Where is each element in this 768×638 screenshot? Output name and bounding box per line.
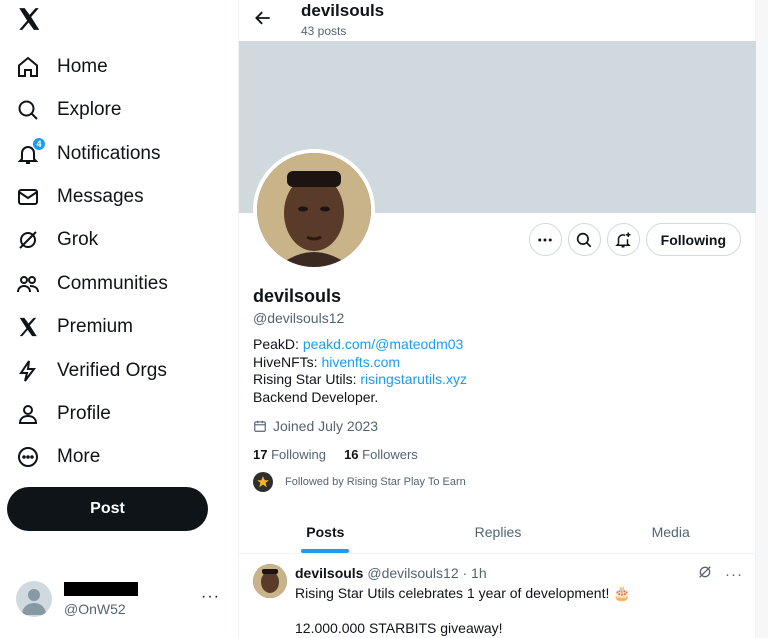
tweet-header: devilsouls @devilsouls12 · 1h xyxy=(295,565,487,581)
tweet-meta: @devilsouls12 · 1h xyxy=(363,565,487,581)
profile-name: devilsouls xyxy=(253,286,342,306)
profile-handle: @devilsouls12 xyxy=(253,310,345,326)
bio-prefix: PeakD: xyxy=(253,336,303,352)
post-count: 43 posts xyxy=(301,24,347,38)
account-switcher[interactable]: @OnW52 ··· xyxy=(8,576,234,622)
followed-by-text: Followed by Rising Star Play To Earn xyxy=(285,476,466,488)
joined-date: Joined July 2023 xyxy=(253,418,378,434)
grok-icon[interactable] xyxy=(697,564,713,585)
sidebar-item-notifications[interactable]: 4 Notifications xyxy=(14,134,161,174)
followers-label: Followers xyxy=(362,447,418,462)
notify-bell-button[interactable] xyxy=(606,223,640,256)
x-logo-icon[interactable] xyxy=(16,6,44,34)
profile-column: devilsouls 43 posts Following devilsouls… xyxy=(238,0,757,638)
scrollbar[interactable] xyxy=(756,0,768,638)
tweet-author[interactable]: devilsouls xyxy=(295,565,363,581)
sidebar-item-label: Communities xyxy=(57,273,168,294)
sidebar-item-label: Profile xyxy=(57,403,111,424)
following-link[interactable]: 17 Following xyxy=(253,447,326,462)
tab-label: Media xyxy=(651,523,690,540)
x-logo-icon xyxy=(14,313,42,341)
sidebar-item-label: More xyxy=(57,446,101,467)
profile-header-bar: devilsouls 43 posts xyxy=(239,0,757,41)
following-count: 17 xyxy=(253,447,268,462)
sidebar-item-label: Verified Orgs xyxy=(57,360,167,381)
tweet-text: Rising Star Utils celebrates 1 year of d… xyxy=(295,585,631,601)
sidebar-item-label: Home xyxy=(57,56,108,77)
tab-posts[interactable]: Posts xyxy=(239,510,412,553)
tweet-avatar[interactable] xyxy=(253,564,287,598)
grok-icon xyxy=(14,226,42,254)
people-icon xyxy=(14,270,42,298)
bell-icon: 4 xyxy=(14,137,46,168)
sidebar-item-verified-orgs[interactable]: Verified Orgs xyxy=(14,351,167,391)
sidebar-item-label: Premium xyxy=(57,316,134,337)
joined-text: Joined July 2023 xyxy=(273,418,379,434)
sidebar-item-label: Notifications xyxy=(57,143,161,164)
tab-label: Posts xyxy=(306,523,345,540)
notification-badge: 4 xyxy=(32,137,46,151)
follow-counts: 17 Following 16 Followers xyxy=(253,447,418,462)
sidebar: Home Explore 4 Notifications Messages Gr… xyxy=(0,0,238,638)
star-avatar-icon xyxy=(253,472,273,492)
sidebar-item-messages[interactable]: Messages xyxy=(14,177,144,217)
sidebar-item-communities[interactable]: Communities xyxy=(14,264,168,304)
sidebar-item-profile[interactable]: Profile xyxy=(14,394,111,434)
bio-prefix: Rising Star Utils: xyxy=(253,371,361,387)
search-icon xyxy=(14,96,42,124)
sidebar-item-grok[interactable]: Grok xyxy=(14,220,98,260)
tab-replies[interactable]: Replies xyxy=(412,510,585,553)
bio-link[interactable]: risingstarutils.xyz xyxy=(360,371,467,387)
avatar xyxy=(16,581,52,617)
sidebar-item-premium[interactable]: Premium xyxy=(14,307,133,347)
search-profile-button[interactable] xyxy=(567,223,601,256)
following-label: Following xyxy=(271,447,327,462)
active-tab-indicator xyxy=(301,549,350,553)
header-name: devilsouls xyxy=(301,1,385,20)
envelope-icon xyxy=(14,183,42,211)
tab-media[interactable]: Media xyxy=(584,510,757,553)
tweet-text-2: 12.000.000 STARBITS giveaway! xyxy=(295,620,503,636)
more-icon[interactable]: ··· xyxy=(201,588,220,606)
tweet[interactable]: devilsouls @devilsouls12 · 1h Rising Sta… xyxy=(239,555,757,638)
back-arrow-icon[interactable] xyxy=(253,8,273,28)
sidebar-item-more[interactable]: More xyxy=(14,437,100,477)
calendar-icon xyxy=(254,420,266,432)
sidebar-item-home[interactable]: Home xyxy=(14,47,108,87)
bio-link[interactable]: hivenfts.com xyxy=(321,354,400,370)
account-handle: @OnW52 xyxy=(64,600,126,617)
following-button[interactable]: Following xyxy=(645,223,741,256)
followers-link[interactable]: 16 Followers xyxy=(344,447,418,462)
person-icon xyxy=(14,400,42,428)
bio-text: Backend Developer. xyxy=(253,388,379,405)
more-options-button[interactable] xyxy=(528,223,562,256)
bio-link[interactable]: peakd.com/@mateodm03 xyxy=(303,336,464,352)
redacted-name xyxy=(64,581,138,596)
tweet-actions: ··· xyxy=(697,564,743,585)
lightning-icon xyxy=(14,357,42,385)
sidebar-item-label: Grok xyxy=(57,229,99,250)
profile-bio: PeakD: peakd.com/@mateodm03 HiveNFTs: hi… xyxy=(253,336,467,406)
sidebar-item-label: Messages xyxy=(57,186,144,207)
profile-avatar[interactable] xyxy=(253,149,375,271)
profile-actions: Following xyxy=(523,223,741,256)
post-button[interactable]: Post xyxy=(7,487,208,531)
home-icon xyxy=(14,53,42,81)
sidebar-item-explore[interactable]: Explore xyxy=(14,90,121,130)
more-icon[interactable]: ··· xyxy=(725,566,743,583)
more-circle-icon xyxy=(14,443,42,471)
sidebar-item-label: Explore xyxy=(57,99,122,120)
profile-tabs: Posts Replies Media xyxy=(239,510,757,554)
followed-by[interactable]: Followed by Rising Star Play To Earn xyxy=(253,472,466,492)
bio-prefix: HiveNFTs: xyxy=(253,353,322,370)
followers-count: 16 xyxy=(344,447,359,462)
tab-label: Replies xyxy=(474,523,522,540)
